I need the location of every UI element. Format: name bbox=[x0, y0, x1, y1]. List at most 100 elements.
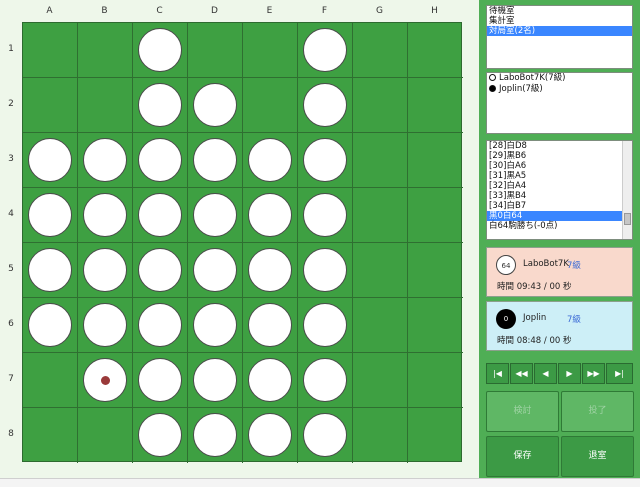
board-cell-F3[interactable] bbox=[298, 133, 353, 188]
board-cell-G7[interactable] bbox=[353, 353, 408, 408]
board-cell-A6[interactable] bbox=[23, 298, 78, 353]
rewind-button[interactable]: ◀◀ bbox=[510, 363, 533, 384]
player-list-item[interactable]: LaboBot7K(7級) bbox=[487, 73, 632, 84]
player-list[interactable]: LaboBot7K(7級) Joplin(7級) bbox=[486, 72, 633, 134]
board-cell-E2[interactable] bbox=[243, 78, 298, 133]
board-cell-C8[interactable] bbox=[133, 408, 188, 463]
board-cell-H1[interactable] bbox=[408, 23, 463, 78]
white-disc bbox=[193, 193, 237, 237]
column-label: F bbox=[321, 6, 328, 16]
scrollbar-thumb[interactable] bbox=[624, 213, 631, 225]
board-cell-A7[interactable] bbox=[23, 353, 78, 408]
board-cell-H4[interactable] bbox=[408, 188, 463, 243]
board-cell-A4[interactable] bbox=[23, 188, 78, 243]
prev-move-button[interactable]: ◀ bbox=[534, 363, 557, 384]
board-cell-E5[interactable] bbox=[243, 243, 298, 298]
board-cell-E3[interactable] bbox=[243, 133, 298, 188]
move-list-scrollbar[interactable] bbox=[622, 141, 632, 239]
move-item[interactable]: [30]白A6 bbox=[487, 161, 632, 171]
board-cell-A3[interactable] bbox=[23, 133, 78, 188]
move-navigation: |◀ ◀◀ ◀ ▶ ▶▶ ▶| bbox=[486, 363, 633, 384]
board-cell-B4[interactable] bbox=[78, 188, 133, 243]
board-cell-E1[interactable] bbox=[243, 23, 298, 78]
board-cell-D3[interactable] bbox=[188, 133, 243, 188]
last-move-button[interactable]: ▶| bbox=[606, 363, 633, 384]
board-cell-H8[interactable] bbox=[408, 408, 463, 463]
board-cell-F8[interactable] bbox=[298, 408, 353, 463]
board-cell-E7[interactable] bbox=[243, 353, 298, 408]
board-cell-D7[interactable] bbox=[188, 353, 243, 408]
board-cell-E4[interactable] bbox=[243, 188, 298, 243]
board-cell-H2[interactable] bbox=[408, 78, 463, 133]
board-cell-A1[interactable] bbox=[23, 23, 78, 78]
board-cell-A5[interactable] bbox=[23, 243, 78, 298]
move-item[interactable]: [29]黒B6 bbox=[487, 151, 632, 161]
board-cell-H3[interactable] bbox=[408, 133, 463, 188]
board-cell-C4[interactable] bbox=[133, 188, 188, 243]
board-cell-A2[interactable] bbox=[23, 78, 78, 133]
move-item[interactable]: [34]白B7 bbox=[487, 201, 632, 211]
board-cell-B3[interactable] bbox=[78, 133, 133, 188]
board-cell-D5[interactable] bbox=[188, 243, 243, 298]
move-item[interactable]: [32]白A4 bbox=[487, 181, 632, 191]
board-cell-D6[interactable] bbox=[188, 298, 243, 353]
move-item-selected[interactable]: 黒0白64 bbox=[487, 211, 632, 221]
board-cell-C5[interactable] bbox=[133, 243, 188, 298]
move-item[interactable]: [31]黒A5 bbox=[487, 171, 632, 181]
resign-button[interactable]: 投了 bbox=[561, 391, 634, 432]
board-cell-D2[interactable] bbox=[188, 78, 243, 133]
move-item[interactable]: [33]黒B4 bbox=[487, 191, 632, 201]
board-cell-E8[interactable] bbox=[243, 408, 298, 463]
board-cell-F2[interactable] bbox=[298, 78, 353, 133]
board-cell-C2[interactable] bbox=[133, 78, 188, 133]
move-item[interactable]: 白64駒勝ち(-0点) bbox=[487, 221, 632, 231]
board-cell-F1[interactable] bbox=[298, 23, 353, 78]
white-disc bbox=[83, 303, 127, 347]
board-cell-D8[interactable] bbox=[188, 408, 243, 463]
board-cell-G6[interactable] bbox=[353, 298, 408, 353]
board-cell-D1[interactable] bbox=[188, 23, 243, 78]
board-cell-H6[interactable] bbox=[408, 298, 463, 353]
board-cell-F5[interactable] bbox=[298, 243, 353, 298]
board-cell-B8[interactable] bbox=[78, 408, 133, 463]
board-cell-B6[interactable] bbox=[78, 298, 133, 353]
board-cell-C6[interactable] bbox=[133, 298, 188, 353]
board-cell-B7[interactable] bbox=[78, 353, 133, 408]
room-list[interactable]: 待機室 集計室 対局室(2名) bbox=[486, 5, 633, 69]
player-list-item[interactable]: Joplin(7級) bbox=[487, 84, 632, 95]
exit-room-button[interactable]: 退室 bbox=[561, 436, 634, 477]
board-cell-E6[interactable] bbox=[243, 298, 298, 353]
board-cell-G3[interactable] bbox=[353, 133, 408, 188]
room-item[interactable]: 待機室 bbox=[487, 6, 632, 16]
board-cell-G5[interactable] bbox=[353, 243, 408, 298]
board-cell-C1[interactable] bbox=[133, 23, 188, 78]
board-cell-B5[interactable] bbox=[78, 243, 133, 298]
board-cell-G8[interactable] bbox=[353, 408, 408, 463]
move-list[interactable]: [28]白D8 [29]黒B6 [30]白A6 [31]黒A5 [32]白A4 … bbox=[486, 140, 633, 240]
save-button[interactable]: 保存 bbox=[486, 436, 559, 477]
board-cell-B2[interactable] bbox=[78, 78, 133, 133]
board-cell-F4[interactable] bbox=[298, 188, 353, 243]
first-move-button[interactable]: |◀ bbox=[486, 363, 509, 384]
board-cell-C3[interactable] bbox=[133, 133, 188, 188]
board-cell-H7[interactable] bbox=[408, 353, 463, 408]
fast-forward-button[interactable]: ▶▶ bbox=[582, 363, 605, 384]
room-item-selected[interactable]: 対局室(2名) bbox=[487, 26, 632, 36]
analyze-button[interactable]: 検討 bbox=[486, 391, 559, 432]
next-move-button[interactable]: ▶ bbox=[558, 363, 581, 384]
board-cell-G2[interactable] bbox=[353, 78, 408, 133]
board-cell-B1[interactable] bbox=[78, 23, 133, 78]
board-cell-F6[interactable] bbox=[298, 298, 353, 353]
othello-board[interactable] bbox=[22, 22, 463, 463]
board-cell-F7[interactable] bbox=[298, 353, 353, 408]
board-cell-H5[interactable] bbox=[408, 243, 463, 298]
room-item[interactable]: 集計室 bbox=[487, 16, 632, 26]
board-cell-G1[interactable] bbox=[353, 23, 408, 78]
board-cell-D4[interactable] bbox=[188, 188, 243, 243]
move-item[interactable]: [28]白D8 bbox=[487, 141, 632, 151]
board-cell-C7[interactable] bbox=[133, 353, 188, 408]
board-cell-G4[interactable] bbox=[353, 188, 408, 243]
board-cell-A8[interactable] bbox=[23, 408, 78, 463]
white-disc bbox=[83, 138, 127, 182]
white-disc bbox=[248, 138, 292, 182]
